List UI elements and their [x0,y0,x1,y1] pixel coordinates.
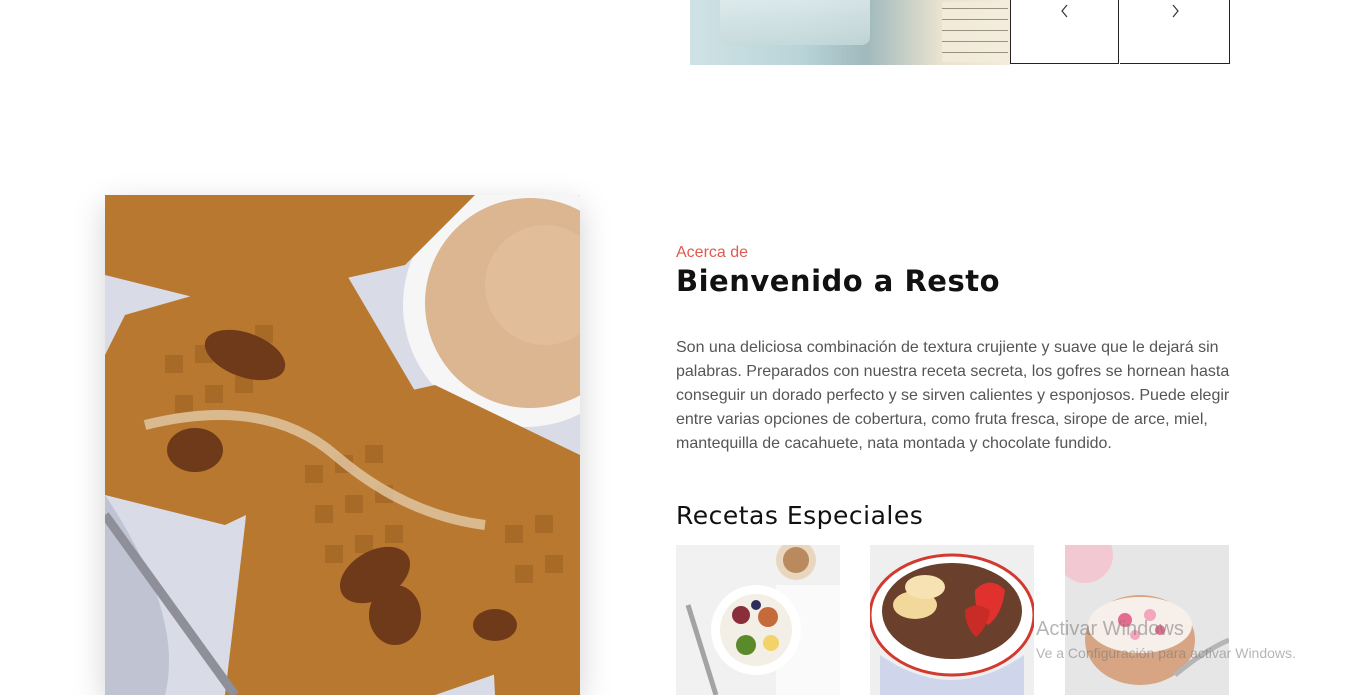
special-recipes-title: Recetas Especiales [676,501,924,530]
slider-next-button[interactable] [1120,0,1230,64]
chevron-left-icon [1060,4,1067,18]
chevron-right-icon [1172,4,1179,18]
slider-prev-button[interactable] [1010,0,1119,64]
photo-book-page [942,2,1008,62]
recipe-card-fruit-bowl[interactable] [676,545,840,695]
section-eyebrow: Acerca de [676,244,749,261]
recipe-card-cereal-bowl[interactable] [1065,545,1229,695]
recipe-card-porridge-bowl[interactable] [870,545,1034,695]
about-description: Son una deliciosa combinación de textura… [676,339,1230,452]
waffles-image [105,195,580,695]
slider-photo [690,0,1010,65]
page-title: Bienvenido a Resto [676,264,1001,298]
photo-towel [720,0,870,45]
